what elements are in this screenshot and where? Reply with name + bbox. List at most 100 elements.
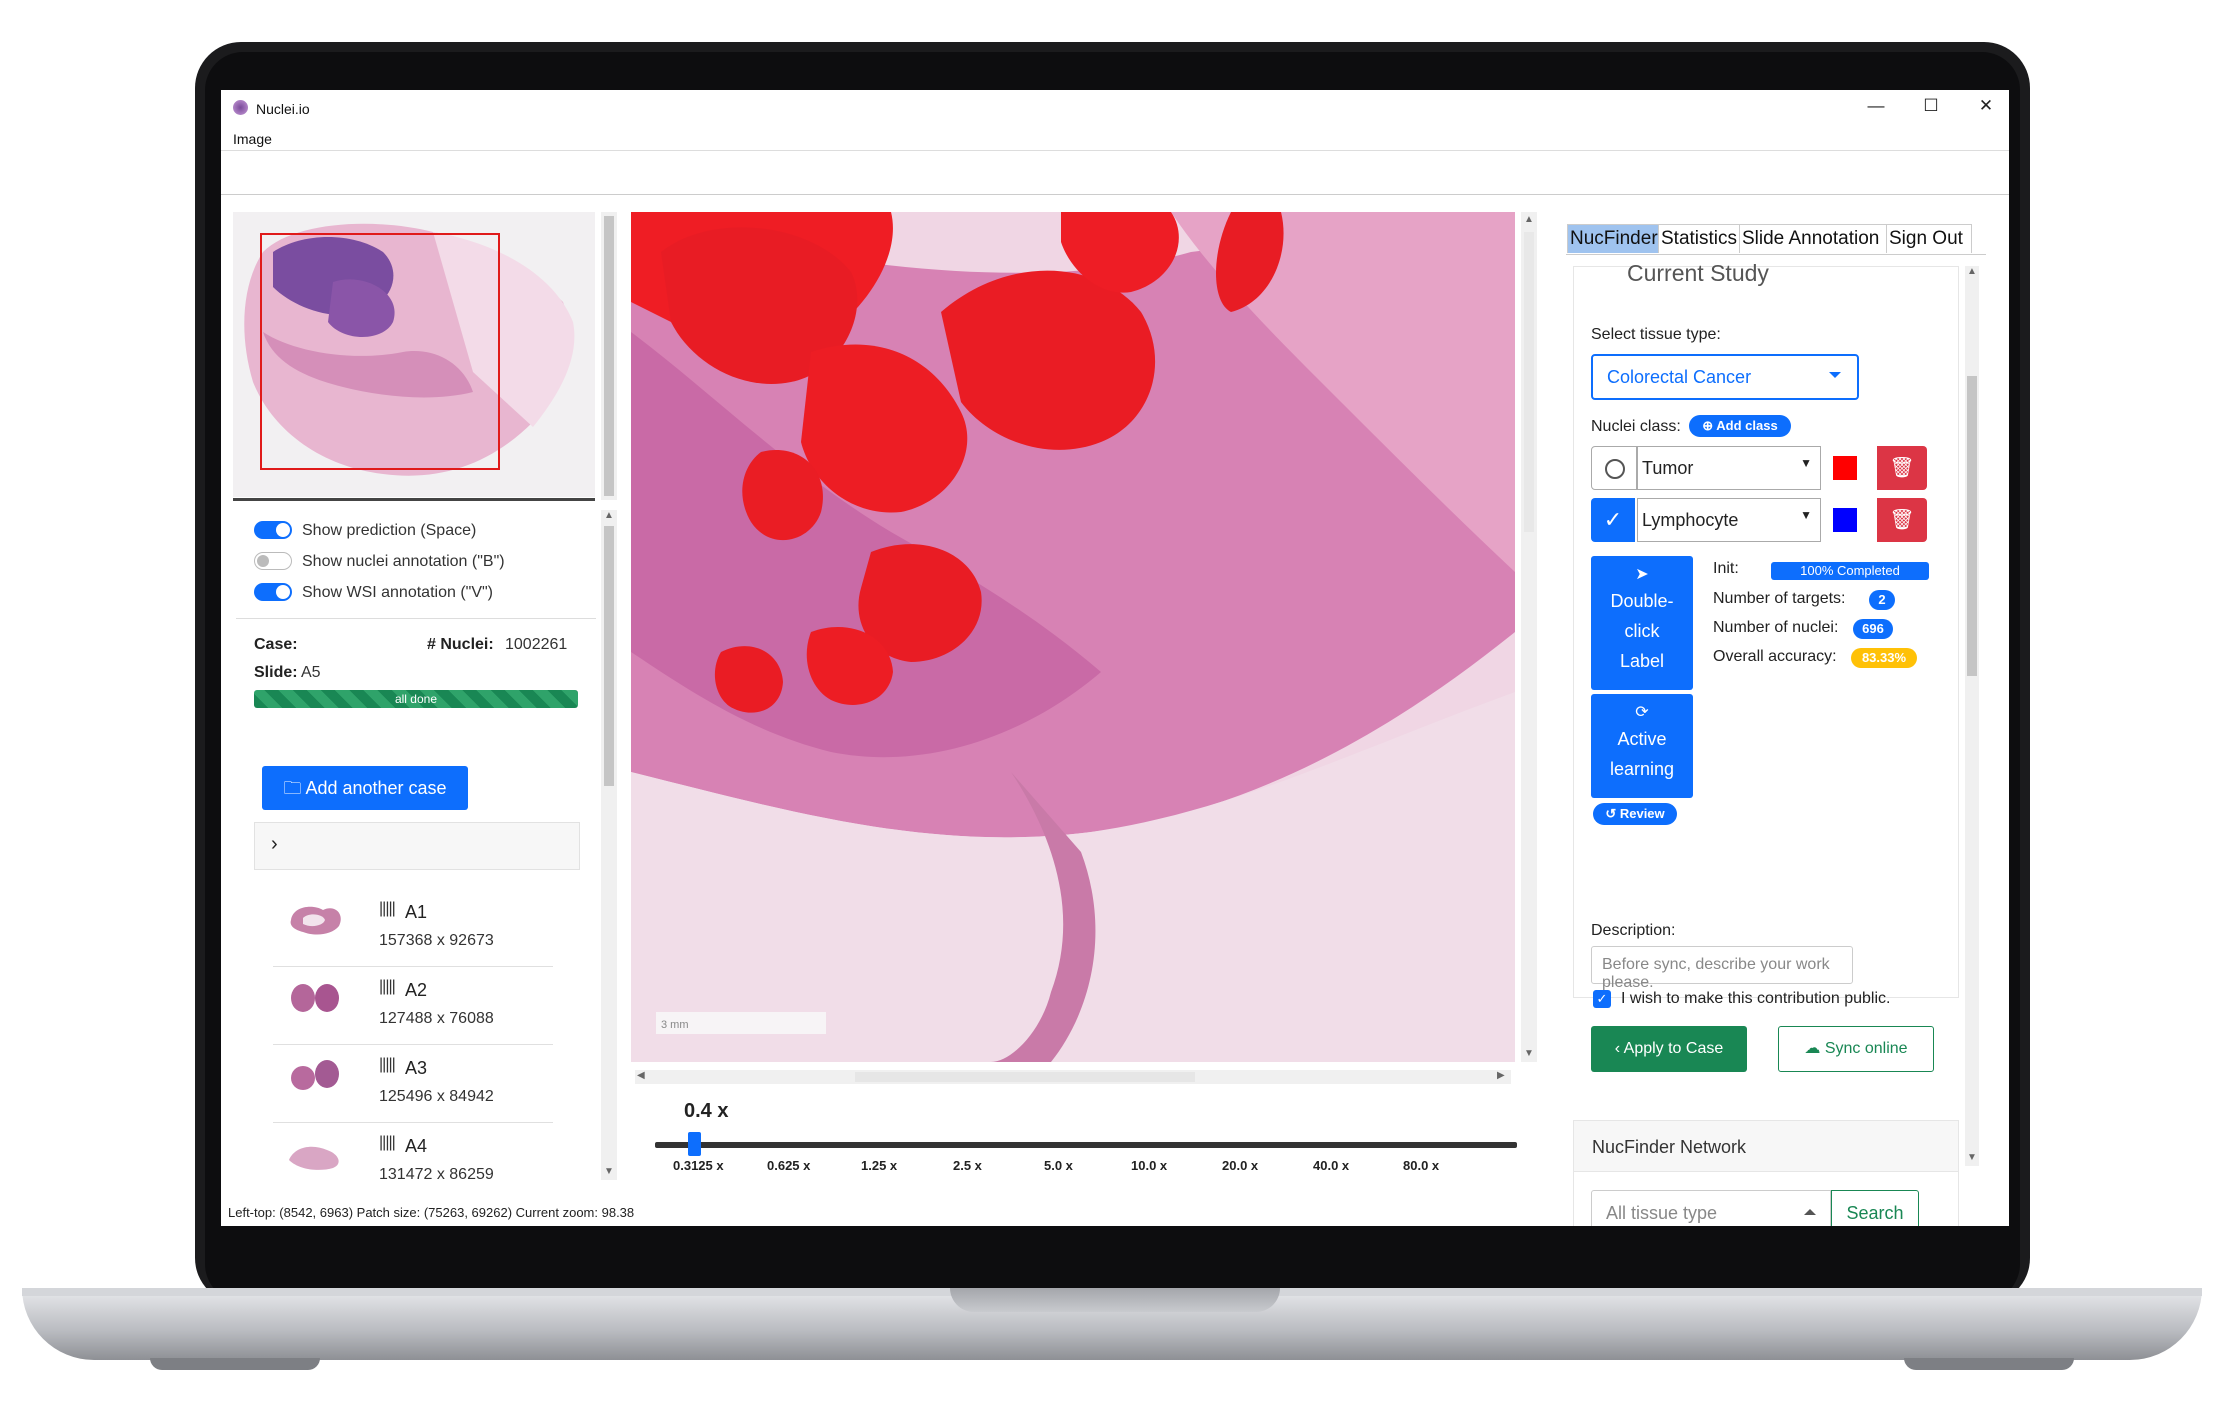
slide-dimensions: 127488 x 76088 xyxy=(379,1010,494,1027)
active-learning-button[interactable]: ⟳ Active learning xyxy=(1591,694,1693,798)
tissue-type-value: Colorectal Cancer xyxy=(1607,367,1752,387)
viewer-vscroll-thumb[interactable] xyxy=(1524,232,1534,532)
menu-divider xyxy=(221,150,2009,151)
class-name-select[interactable]: Lymphocyte ▼ xyxy=(1637,498,1821,542)
slide-dimensions: 125496 x 84942 xyxy=(379,1088,494,1105)
slide-a2-thumbnail xyxy=(291,984,339,1012)
delete-class-button[interactable]: 🗑 xyxy=(1877,446,1927,490)
active-learning-line1: Active xyxy=(1617,729,1667,749)
slide-viewer[interactable]: 3 mm xyxy=(631,212,1515,1062)
slide-name: A2 xyxy=(405,980,428,1000)
scroll-down-arrow-icon[interactable]: ▼ xyxy=(604,1166,614,1177)
nuclei-badge: 696 xyxy=(1853,619,1893,639)
accuracy-label: Overall accuracy: xyxy=(1713,648,1837,665)
history-icon: ↺ xyxy=(1605,806,1620,821)
chevron-up-icon xyxy=(1804,1209,1816,1215)
network-tissue-select[interactable]: All tissue type xyxy=(1591,1190,1831,1226)
nuclei-count-value: 1002261 xyxy=(505,636,568,653)
slide-list-item-a4[interactable]: ||||| A4 131472 x 86259 xyxy=(273,1122,553,1184)
toggle-show-wsi-annotation[interactable] xyxy=(254,583,292,601)
tab-nucfinder[interactable]: NucFinder xyxy=(1567,224,1661,253)
toggle-label-prediction: Show prediction (Space) xyxy=(302,522,477,539)
scroll-left-arrow-icon[interactable]: ◀ xyxy=(637,1070,645,1081)
scroll-down-arrow-icon[interactable]: ▼ xyxy=(1967,1152,1977,1163)
scroll-up-arrow-icon[interactable]: ▲ xyxy=(1967,266,1977,277)
slide-list-header[interactable]: › xyxy=(254,822,580,870)
tab-sign-out[interactable]: Sign Out xyxy=(1886,224,1972,253)
tab-slide-annotation[interactable]: Slide Annotation xyxy=(1739,224,1889,253)
public-checkbox[interactable]: ✓ xyxy=(1593,990,1611,1008)
slide-a1-thumbnail xyxy=(290,906,341,935)
class-select-checked[interactable]: ✓ xyxy=(1591,498,1635,542)
class-select-radio[interactable] xyxy=(1591,446,1637,490)
scroll-down-arrow-icon[interactable]: ▼ xyxy=(1524,1048,1534,1059)
left-panel-scrollbar[interactable]: ▲ ▼ xyxy=(601,510,617,1180)
app-title: Nuclei.io xyxy=(256,101,310,117)
add-another-case-button[interactable]: 🗀 Add another case xyxy=(262,766,468,810)
chevron-down-icon xyxy=(1829,372,1841,378)
zoom-tick[interactable]: 1.25 x xyxy=(861,1158,897,1173)
tab-statistics[interactable]: Statistics xyxy=(1658,224,1742,253)
class-color-swatch[interactable] xyxy=(1833,456,1857,480)
wsi-image[interactable]: 3 mm xyxy=(631,212,1515,1062)
viewer-hscroll-thumb[interactable] xyxy=(855,1072,1195,1082)
thumbnail-scrollbar[interactable] xyxy=(601,212,617,500)
slide-list-item-a2[interactable]: ||||| A2 127488 x 76088 xyxy=(273,966,553,1045)
toolbar-divider xyxy=(221,194,2009,195)
zoom-tick[interactable]: 40.0 x xyxy=(1313,1158,1349,1173)
slide-thumbnail[interactable] xyxy=(233,212,595,497)
scroll-up-arrow-icon[interactable]: ▲ xyxy=(1524,214,1534,225)
class-color-swatch[interactable] xyxy=(1833,508,1857,532)
toggle-show-nuclei-annotation[interactable] xyxy=(254,552,292,570)
zoom-tick[interactable]: 5.0 x xyxy=(1044,1158,1073,1173)
tissue-type-select[interactable]: Colorectal Cancer xyxy=(1591,354,1859,400)
zoom-tick[interactable]: 80.0 x xyxy=(1403,1158,1439,1173)
network-search-button[interactable]: Search xyxy=(1831,1190,1919,1226)
zoom-tick[interactable]: 0.625 x xyxy=(767,1158,810,1173)
sync-online-button[interactable]: ☁ Sync online xyxy=(1778,1026,1934,1072)
apply-to-case-button[interactable]: ‹ Apply to Case xyxy=(1591,1026,1747,1072)
barcode-icon: ||||| xyxy=(379,1056,396,1073)
description-input[interactable]: Before sync, describe your work please. xyxy=(1591,946,1853,991)
double-click-line3: Label xyxy=(1619,651,1665,671)
review-button[interactable]: ↺ Review xyxy=(1593,803,1677,825)
barcode-icon: ||||| xyxy=(379,1134,396,1151)
viewer-vertical-scrollbar[interactable]: ▲ ▼ xyxy=(1521,212,1537,1062)
delete-class-button[interactable]: 🗑 xyxy=(1877,498,1927,542)
maximize-button[interactable]: ☐ xyxy=(1916,96,1946,116)
toggle-label-nuclei: Show nuclei annotation ("B") xyxy=(302,553,505,570)
zoom-slider-handle[interactable] xyxy=(688,1132,701,1156)
zoom-slider-track[interactable] xyxy=(655,1142,1517,1148)
double-click-label-button[interactable]: ➤ Double- click Label xyxy=(1591,556,1693,690)
zoom-tick[interactable]: 2.5 x xyxy=(953,1158,982,1173)
slide-list-item-a3[interactable]: ||||| A3 125496 x 84942 xyxy=(273,1044,553,1123)
slide-list-item-a1[interactable]: ||||| A1 157368 x 92673 xyxy=(273,888,553,967)
toggle-label-wsi: Show WSI annotation ("V") xyxy=(302,584,493,601)
zoom-tick[interactable]: 10.0 x xyxy=(1131,1158,1167,1173)
zoom-tick[interactable]: 20.0 x xyxy=(1222,1158,1258,1173)
display-toggles: Show prediction (Space) Show nuclei anno… xyxy=(236,514,596,604)
dropdown-caret-icon: ▼ xyxy=(1800,508,1812,522)
right-tabs: NucFinder Statistics Slide Annotation Si… xyxy=(1566,224,1986,255)
refresh-icon: ⟳ xyxy=(1635,704,1649,721)
zoom-level: 0.4 x xyxy=(684,1100,729,1122)
close-button[interactable]: ✕ xyxy=(1971,96,2001,116)
scroll-up-arrow-icon[interactable]: ▲ xyxy=(604,510,614,521)
toggle-show-prediction[interactable] xyxy=(254,521,292,539)
barcode-icon: ||||| xyxy=(379,900,396,917)
thumbnail-scroll-thumb[interactable] xyxy=(604,216,614,496)
left-panel-scroll-thumb[interactable] xyxy=(604,526,614,786)
active-learning-line2: learning xyxy=(1609,759,1675,779)
right-panel-scroll-thumb[interactable] xyxy=(1967,376,1977,676)
viewer-horizontal-scrollbar[interactable]: ◀ ▶ xyxy=(635,1070,1511,1084)
status-bar: Left-top: (8542, 6963) Patch size: (7526… xyxy=(228,1205,635,1220)
apply-label: Apply to Case xyxy=(1623,1040,1724,1057)
class-name-select[interactable]: Tumor ▼ xyxy=(1637,446,1821,490)
zoom-tick[interactable]: 0.3125 x xyxy=(673,1158,724,1173)
menu-image[interactable]: Image xyxy=(233,131,272,147)
add-class-button[interactable]: ⊕ Add class xyxy=(1689,415,1791,437)
chevron-right-icon[interactable]: › xyxy=(271,833,278,856)
scroll-right-arrow-icon[interactable]: ▶ xyxy=(1497,1070,1505,1081)
minimize-button[interactable]: — xyxy=(1861,96,1891,116)
right-panel-scrollbar[interactable]: ▲ ▼ xyxy=(1965,266,1979,1166)
